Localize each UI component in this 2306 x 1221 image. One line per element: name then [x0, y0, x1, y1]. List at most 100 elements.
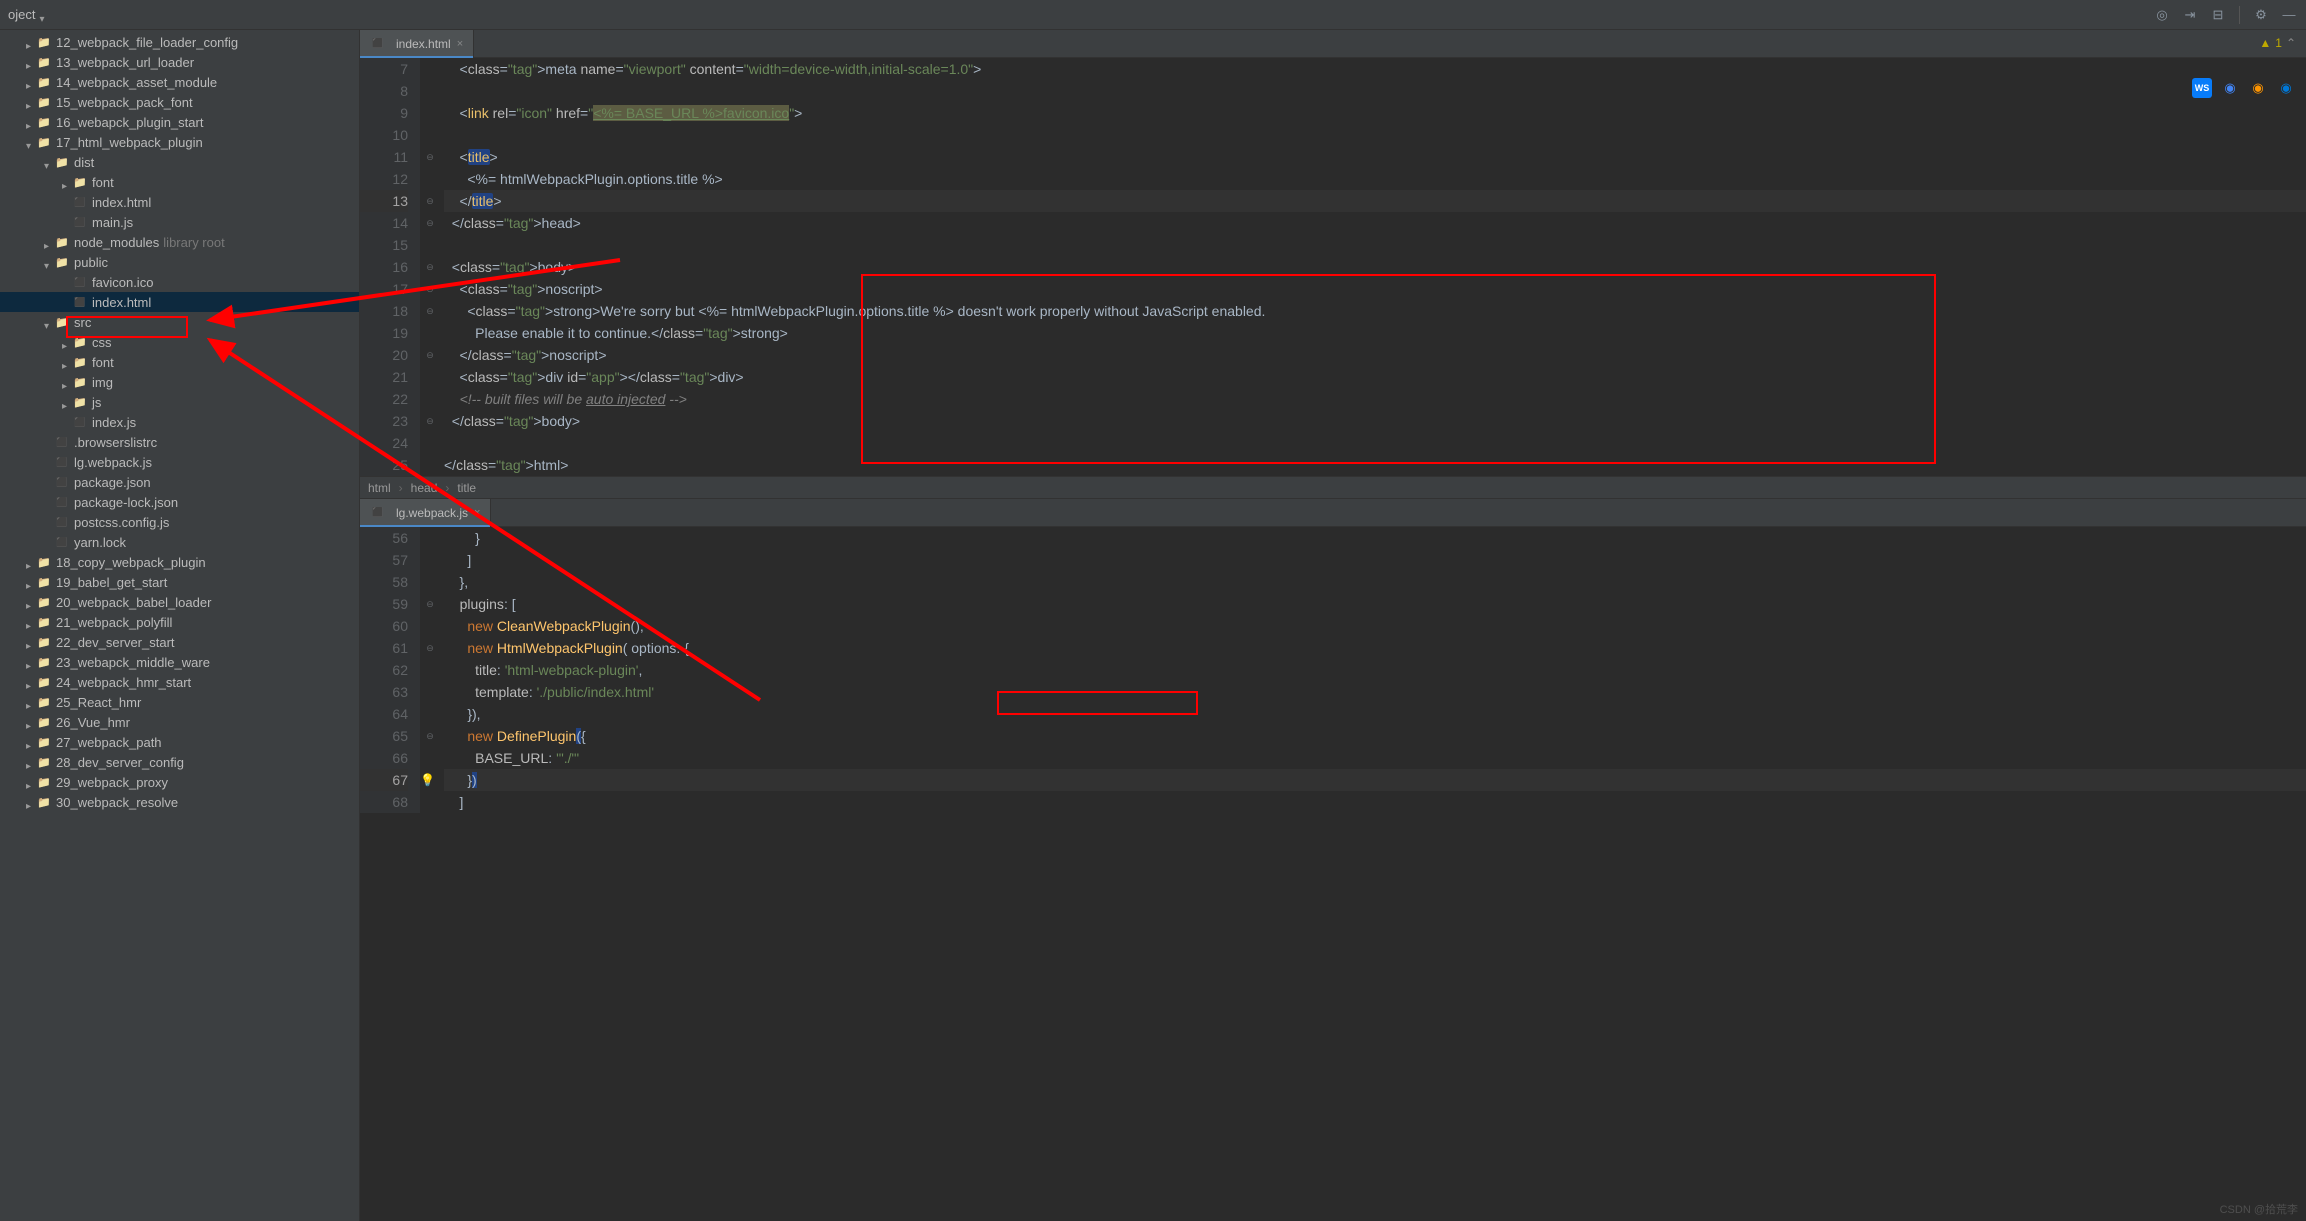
- code-line[interactable]: <!-- built files will be auto injected -…: [444, 388, 2306, 410]
- expand-icon[interactable]: ⇥: [2181, 6, 2199, 24]
- code-line[interactable]: </title>: [444, 190, 2306, 212]
- chevron-right-icon[interactable]: [26, 557, 36, 567]
- locate-icon[interactable]: ◎: [2153, 6, 2171, 24]
- code-line[interactable]: new HtmlWebpackPlugin( options: {: [444, 637, 2306, 659]
- code-line[interactable]: </class="tag">html>: [444, 454, 2306, 476]
- tree-row[interactable]: 13_webpack_url_loader: [0, 52, 359, 72]
- chevron-right-icon[interactable]: [26, 737, 36, 747]
- code-line[interactable]: <class="tag">div id="app"></class="tag">…: [444, 366, 2306, 388]
- code-line[interactable]: </class="tag">body>: [444, 410, 2306, 432]
- tree-row[interactable]: dist: [0, 152, 359, 172]
- chevron-right-icon[interactable]: [44, 237, 54, 247]
- code-line[interactable]: Please enable it to continue.</class="ta…: [444, 322, 2306, 344]
- tree-row[interactable]: yarn.lock: [0, 532, 359, 552]
- code-line[interactable]: new DefinePlugin({: [444, 725, 2306, 747]
- breadcrumb-item[interactable]: title: [457, 481, 476, 495]
- code-line[interactable]: ]: [444, 791, 2306, 813]
- tree-row[interactable]: 24_webpack_hmr_start: [0, 672, 359, 692]
- code-line[interactable]: </class="tag">head>: [444, 212, 2306, 234]
- chevron-right-icon[interactable]: [26, 697, 36, 707]
- webstorm-icon[interactable]: WS: [2192, 78, 2212, 98]
- chevron-right-icon[interactable]: [62, 357, 72, 367]
- chevron-right-icon[interactable]: [26, 37, 36, 47]
- code-line[interactable]: BASE_URL: '"./"': [444, 747, 2306, 769]
- code-line[interactable]: title: 'html-webpack-plugin',: [444, 659, 2306, 681]
- chevron-right-icon[interactable]: [26, 617, 36, 627]
- code-editor-bottom[interactable]: 56575859606162636465666768 ⊖⊖⊖ } ] }, pl…: [360, 527, 2306, 813]
- chevron-right-icon[interactable]: [26, 757, 36, 767]
- chevron-down-icon[interactable]: [44, 317, 54, 327]
- tree-row[interactable]: font: [0, 172, 359, 192]
- chevron-right-icon[interactable]: [26, 97, 36, 107]
- collapse-icon[interactable]: ⊟: [2209, 6, 2227, 24]
- tree-row[interactable]: 18_copy_webpack_plugin: [0, 552, 359, 572]
- breadcrumb-item[interactable]: html: [368, 481, 391, 495]
- tree-row[interactable]: font: [0, 352, 359, 372]
- chevron-right-icon[interactable]: [26, 657, 36, 667]
- tree-row[interactable]: 15_webpack_pack_font: [0, 92, 359, 112]
- code-line[interactable]: </class="tag">noscript>: [444, 344, 2306, 366]
- code-line[interactable]: }),: [444, 703, 2306, 725]
- tree-row[interactable]: 28_dev_server_config: [0, 752, 359, 772]
- tree-row[interactable]: main.js: [0, 212, 359, 232]
- chevron-right-icon[interactable]: [26, 597, 36, 607]
- chevron-right-icon[interactable]: [62, 377, 72, 387]
- tree-row[interactable]: 17_html_webpack_plugin: [0, 132, 359, 152]
- chevron-down-icon[interactable]: [26, 137, 36, 147]
- chevron-right-icon[interactable]: [26, 777, 36, 787]
- chevron-down-icon[interactable]: [44, 157, 54, 167]
- tree-row[interactable]: 19_babel_get_start: [0, 572, 359, 592]
- tree-row[interactable]: css: [0, 332, 359, 352]
- warning-badge[interactable]: ▲ 1 ⌃: [2259, 36, 2296, 50]
- tree-row[interactable]: package-lock.json: [0, 492, 359, 512]
- code-line[interactable]: template: './public/index.html': [444, 681, 2306, 703]
- tree-row[interactable]: 21_webpack_polyfill: [0, 612, 359, 632]
- tree-row[interactable]: 30_webpack_resolve: [0, 792, 359, 812]
- code-line[interactable]: [444, 124, 2306, 146]
- chevron-right-icon[interactable]: [26, 77, 36, 87]
- chevron-right-icon[interactable]: [26, 577, 36, 587]
- tree-row[interactable]: index.js: [0, 412, 359, 432]
- chevron-right-icon[interactable]: [62, 177, 72, 187]
- tree-row[interactable]: 23_webapck_middle_ware: [0, 652, 359, 672]
- chevron-right-icon[interactable]: [62, 337, 72, 347]
- tree-row[interactable]: 12_webpack_file_loader_config: [0, 32, 359, 52]
- chevron-right-icon[interactable]: [26, 677, 36, 687]
- tree-row[interactable]: node_moduleslibrary root: [0, 232, 359, 252]
- chevron-right-icon[interactable]: [26, 117, 36, 127]
- firefox-icon[interactable]: ◉: [2248, 78, 2268, 98]
- chevron-right-icon[interactable]: [26, 637, 36, 647]
- code-line[interactable]: plugins: [: [444, 593, 2306, 615]
- code-line[interactable]: [444, 80, 2306, 102]
- code-line[interactable]: [444, 234, 2306, 256]
- tree-row[interactable]: 27_webpack_path: [0, 732, 359, 752]
- code-line[interactable]: ]: [444, 549, 2306, 571]
- code-line[interactable]: }: [444, 527, 2306, 549]
- code-line[interactable]: new CleanWebpackPlugin(),: [444, 615, 2306, 637]
- tree-row[interactable]: 14_webpack_asset_module: [0, 72, 359, 92]
- project-title[interactable]: oject: [8, 7, 49, 22]
- chevron-right-icon[interactable]: [62, 397, 72, 407]
- tree-row[interactable]: favicon.ico: [0, 272, 359, 292]
- tree-row[interactable]: package.json: [0, 472, 359, 492]
- tree-row[interactable]: public: [0, 252, 359, 272]
- code-line[interactable]: 💡 }): [444, 769, 2306, 791]
- tree-row[interactable]: 20_webpack_babel_loader: [0, 592, 359, 612]
- code-line[interactable]: <%= htmlWebpackPlugin.options.title %>: [444, 168, 2306, 190]
- tree-row[interactable]: 22_dev_server_start: [0, 632, 359, 652]
- code-line[interactable]: <link rel="icon" href="<%= BASE_URL %>fa…: [444, 102, 2306, 124]
- close-icon[interactable]: ×: [457, 38, 463, 50]
- close-icon[interactable]: ×: [474, 507, 480, 519]
- hide-icon[interactable]: —: [2280, 6, 2298, 24]
- code-line[interactable]: [444, 432, 2306, 454]
- chrome-icon[interactable]: ◉: [2220, 78, 2240, 98]
- tree-row[interactable]: index.html: [0, 192, 359, 212]
- code-line[interactable]: <class="tag">body>: [444, 256, 2306, 278]
- breadcrumb-item[interactable]: head: [411, 481, 438, 495]
- tree-row[interactable]: img: [0, 372, 359, 392]
- edge-icon[interactable]: ◉: [2276, 78, 2296, 98]
- tree-row[interactable]: .browserslistrc: [0, 432, 359, 452]
- code-line[interactable]: <title>: [444, 146, 2306, 168]
- project-tree[interactable]: 12_webpack_file_loader_config13_webpack_…: [0, 30, 360, 1221]
- tab-index-html[interactable]: index.html ×: [360, 30, 474, 57]
